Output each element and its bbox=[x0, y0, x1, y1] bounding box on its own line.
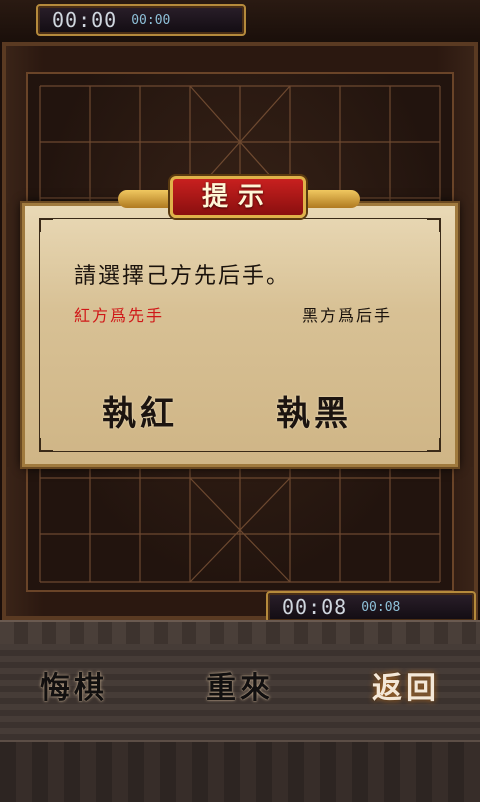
play-black-button[interactable]: 執黑 bbox=[276, 386, 352, 435]
player-timer-step: 00:08 bbox=[361, 599, 401, 615]
black-second-option[interactable]: 黑方爲后手 bbox=[302, 302, 392, 326]
restart-button[interactable]: 重來 bbox=[180, 664, 300, 714]
play-red-button[interactable]: 執紅 bbox=[102, 386, 178, 435]
bottom-panel-trim bbox=[0, 620, 480, 644]
choose-side-dialog bbox=[22, 203, 458, 467]
player-timer-total: 00:08 bbox=[282, 595, 348, 619]
bottom-panel-base bbox=[0, 740, 480, 802]
undo-button[interactable]: 悔棋 bbox=[14, 664, 134, 714]
red-first-option[interactable]: 紅方爲先手 bbox=[74, 302, 164, 326]
back-button[interactable]: 返回 bbox=[346, 664, 466, 714]
dialog-border bbox=[39, 218, 441, 452]
dialog-prompt: 請選擇己方先后手。 bbox=[74, 264, 291, 289]
player-timer: 00:08 00:08 bbox=[266, 591, 476, 623]
corner-ornament bbox=[427, 438, 441, 452]
title-ornament-right bbox=[300, 190, 360, 208]
corner-ornament bbox=[39, 438, 53, 452]
dialog-title: 提示 bbox=[201, 182, 274, 212]
dialog-title-plate: 提示 bbox=[170, 176, 306, 218]
opponent-timer-step: 00:00 bbox=[131, 12, 171, 28]
title-ornament-left bbox=[118, 190, 178, 208]
corner-ornament bbox=[39, 218, 53, 232]
opponent-timer: 00:00 00:00 bbox=[36, 4, 246, 36]
opponent-timer-total: 00:00 bbox=[52, 8, 118, 32]
corner-ornament bbox=[427, 218, 441, 232]
